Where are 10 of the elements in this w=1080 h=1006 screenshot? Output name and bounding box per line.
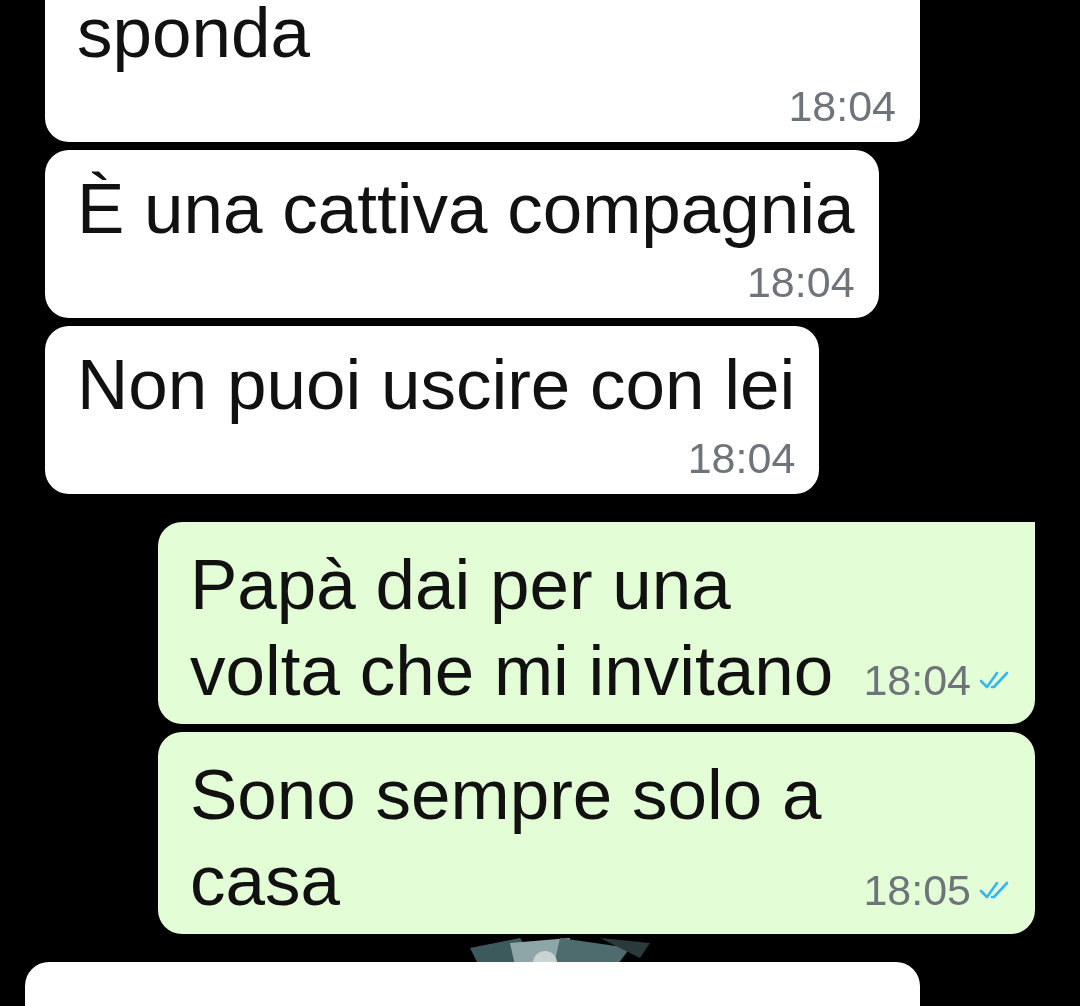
message-time: 18:05 bbox=[863, 865, 971, 916]
message-time: 18:04 bbox=[863, 655, 971, 706]
message-time: 18:04 bbox=[687, 433, 796, 484]
message-text: Sono sempre solo a casa bbox=[190, 754, 823, 922]
message-time: 18:04 bbox=[788, 81, 896, 132]
message-text: Non puoi uscire con lei bbox=[77, 344, 796, 426]
message-text: Papà dai per una volta che mi invitano bbox=[190, 544, 835, 712]
message-text: sponda bbox=[77, 0, 311, 74]
message-text: È una cattiva compagnia bbox=[77, 168, 855, 250]
message-time: 18:04 bbox=[746, 257, 855, 308]
